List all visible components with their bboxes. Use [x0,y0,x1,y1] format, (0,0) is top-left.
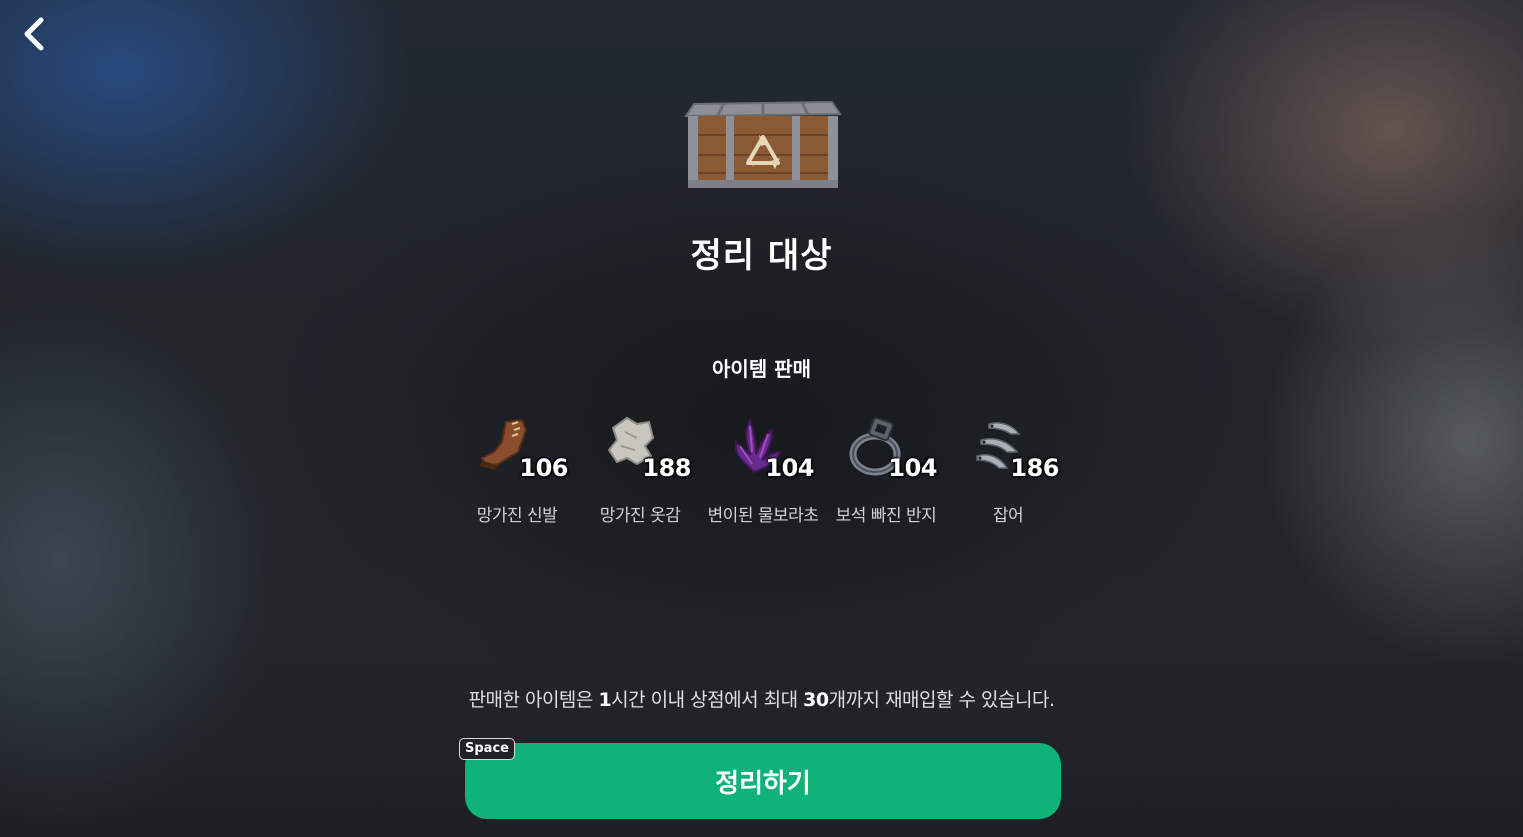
section-title-item-sale: 아이템 판매 [712,357,811,381]
chevron-left-icon [24,17,44,51]
list-item-mutated-plant[interactable]: 104 변이된 물보라초 [702,412,824,532]
space-hotkey-badge: Space [459,738,515,760]
notice-part1: 판매한 아이템은 [468,689,599,711]
recycle-crate-icon [684,100,842,188]
item-count: 104 [888,454,937,482]
item-count: 188 [642,454,691,482]
item-count: 186 [1010,454,1059,482]
item-name: 보석 빠진 반지 [835,506,937,526]
list-item-broken-boot[interactable]: 106 망가진 신발 [456,412,578,532]
notice-max: 30 [803,689,829,711]
organize-button-label: 정리하기 [715,768,811,799]
page-title: 정리 대상 [690,236,833,276]
item-count: 104 [765,454,814,482]
back-button[interactable] [16,14,56,54]
item-count: 106 [519,454,568,482]
item-name: 망가진 옷감 [599,506,681,526]
notice-hour: 1 [598,689,612,711]
list-item-broken-cloth[interactable]: 188 망가진 옷감 [579,412,701,532]
recycle-screen: 정리 대상 아이템 판매 106 망가진 신발 188 망가진 옷감 104 변… [0,0,1523,837]
repurchase-notice: 판매한 아이템은 1시간 이내 상점에서 최대 30개까지 재매입할 수 있습니… [0,685,1523,712]
item-name: 망가진 신발 [476,506,558,526]
list-item-small-fish[interactable]: 186 잡어 [947,412,1069,532]
item-name: 잡어 [992,506,1024,526]
item-name: 변이된 물보라초 [707,506,819,526]
organize-button[interactable]: 정리하기 [465,743,1061,819]
list-item-gemless-ring[interactable]: 104 보석 빠진 반지 [825,412,947,532]
notice-part3: 개까지 재매입할 수 있습니다. [828,689,1055,711]
item-list: 106 망가진 신발 188 망가진 옷감 104 변이된 물보라초 104 보… [0,412,1523,532]
notice-part2: 시간 이내 상점에서 최대 [611,689,804,711]
